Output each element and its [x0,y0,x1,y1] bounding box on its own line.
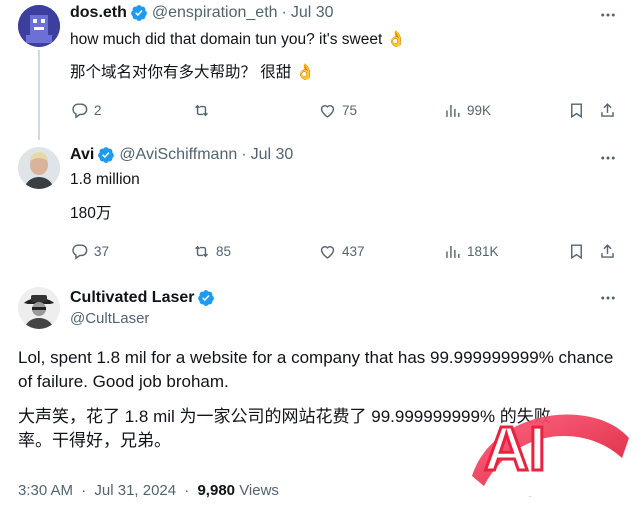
like-count: 75 [342,103,358,118]
ai-watermark-logo: AI 视频贴吧 [464,398,634,506]
like-button[interactable]: 437 [318,242,365,261]
more-options-icon[interactable] [598,148,618,168]
tweet-date[interactable]: Jul 30 [291,4,334,22]
bookmark-button[interactable] [567,242,591,261]
reply-icon [72,103,88,119]
tweet-text: Lol, spent 1.8 mil for a website for a c… [18,348,614,391]
views-button[interactable]: 99K [443,101,491,120]
thread-line [38,50,40,140]
user-handle[interactable]: @enspiration_eth [152,4,278,22]
tweet-translation: 那个域名对你有多大帮助？ 很甜 👌 [70,64,315,81]
share-button[interactable] [598,242,622,261]
bookmark-icon [571,103,582,119]
user-handle[interactable]: @AviSchiffmann [119,146,237,164]
verified-badge-icon [198,290,215,306]
views-button[interactable]: 181K [443,242,499,261]
watermark-big-text: AI [484,415,546,484]
separator-dot: · [81,482,87,499]
like-button[interactable]: 75 [318,101,357,120]
tweet-metadata: 3:30 AM · Jul 31, 2024 · 9,980 Views [18,482,279,499]
avatar-cultivated-laser[interactable] [18,287,60,329]
like-icon [320,246,335,259]
views-label: Views [239,482,279,499]
repost-icon [195,104,208,117]
bookmark-button[interactable] [567,101,591,120]
share-icon [601,103,614,117]
post-date[interactable]: Jul 31, 2024 [94,482,176,499]
user-handle[interactable]: @CultLaser [70,310,149,327]
like-icon [320,105,335,118]
repost-button[interactable]: 85 [192,242,231,261]
main-author: Cultivated Laser [70,289,219,307]
repost-button[interactable] [192,101,216,120]
reply-button[interactable]: 2 [70,101,102,120]
action-bar: 37 85 437 181K [70,242,620,264]
reply-button[interactable]: 37 [70,242,109,261]
action-bar: 2 75 99K [70,101,620,123]
separator-dot: · [241,146,247,163]
avatar-dos-eth[interactable] [18,5,60,47]
share-button[interactable] [598,101,622,120]
views-icon [446,104,460,117]
tweet-text: 1.8 million [70,171,140,188]
reply-tweet-1[interactable]: dos.eth @enspiration_eth · Jul 30 how mu… [0,0,640,140]
share-icon [601,244,614,258]
views-count: 99K [467,103,492,118]
reply-count: 37 [94,244,110,259]
bookmark-icon [571,244,582,260]
display-name[interactable]: Avi [70,146,94,164]
display-name[interactable]: dos.eth [70,4,127,22]
tweet-text: how much did that domain tun you? it's s… [70,31,406,48]
more-options-icon[interactable] [598,5,618,25]
verified-badge-icon [98,147,115,163]
tweet-header: dos.eth @enspiration_eth · Jul 30 [70,4,334,22]
reply-icon [72,244,88,260]
reply-count: 2 [94,103,102,118]
repost-icon [195,245,208,258]
views-icon [446,245,460,258]
like-count: 437 [342,244,365,259]
repost-count: 85 [216,244,232,259]
display-name[interactable]: Cultivated Laser [70,289,194,307]
more-options-icon[interactable] [598,288,618,308]
views-total: 9,980 [197,482,236,499]
views-count: 181K [467,244,499,259]
tweet-date[interactable]: Jul 30 [251,146,294,164]
tweet-header: Avi @AviSchiffmann · Jul 30 [70,146,293,164]
watermark-small-text: 视频贴吧 [516,482,600,506]
verified-badge-icon [131,5,147,21]
separator-dot: · [184,482,190,499]
reply-tweet-2[interactable]: Avi @AviSchiffmann · Jul 30 1.8 million … [0,140,640,280]
tweet-translation: 180万 [70,205,112,222]
post-time[interactable]: 3:30 AM [18,482,73,499]
avatar-avi[interactable] [18,147,60,189]
separator-dot: · [281,4,287,21]
